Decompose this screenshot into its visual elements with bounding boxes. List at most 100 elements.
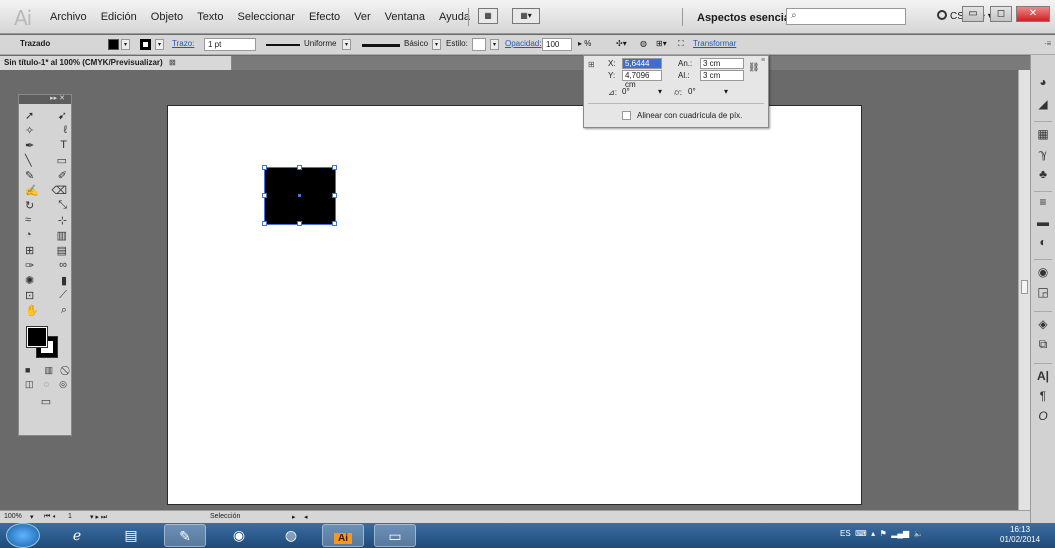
mesh-tool-icon[interactable]: ⊞: [25, 244, 34, 258]
magic-wand-tool-icon[interactable]: ✧: [25, 124, 34, 138]
tools-panel-header[interactable]: ▸▸ ✕: [19, 95, 71, 104]
selection-tool-icon[interactable]: ➚: [25, 109, 34, 123]
zoom-level[interactable]: 100%: [4, 513, 22, 520]
blend-tool-icon[interactable]: ∞: [59, 259, 67, 273]
screen-mode-icon[interactable]: ▭: [41, 395, 51, 409]
opentype-icon[interactable]: O: [1033, 409, 1053, 427]
menu-ventana[interactable]: Ventana: [385, 11, 425, 23]
opacity-link[interactable]: Opacidad:: [505, 39, 541, 48]
eyedropper-tool-icon[interactable]: ✑: [25, 259, 34, 273]
constrain-proportions-icon[interactable]: ⛓: [748, 62, 759, 73]
blob-brush-tool-icon[interactable]: ✍: [25, 184, 39, 198]
artboard[interactable]: [167, 105, 862, 505]
color-panel-icon[interactable]: ◕: [1033, 75, 1053, 93]
rotate-field[interactable]: 0° ▾: [620, 87, 664, 98]
swatches-icon[interactable]: ▦: [1033, 127, 1053, 145]
menu-edicion[interactable]: Edición: [101, 11, 137, 23]
arrange-documents-icon[interactable]: ▦▾: [512, 8, 540, 24]
chrome-icon[interactable]: ◍: [270, 524, 312, 547]
character-icon[interactable]: A|: [1033, 369, 1053, 387]
stroke-weight-field[interactable]: 1 pt: [204, 38, 256, 51]
symbols-icon[interactable]: ♣: [1033, 167, 1053, 185]
fill-color-swatch[interactable]: [26, 326, 48, 348]
menu-objeto[interactable]: Objeto: [151, 11, 183, 23]
maximize-button[interactable]: ◻: [990, 6, 1012, 22]
artboard-number[interactable]: 1: [68, 513, 72, 520]
line-tool-icon[interactable]: ╲: [25, 154, 32, 168]
bridge-icon[interactable]: ▦: [478, 8, 498, 24]
lasso-tool-icon[interactable]: ℓ: [63, 124, 67, 138]
fill-dropdown[interactable]: ▾: [121, 39, 130, 50]
profile-dropdown[interactable]: ▾: [342, 39, 351, 50]
height-field[interactable]: 3 cm: [700, 70, 744, 81]
menu-ver[interactable]: Ver: [354, 11, 371, 23]
minimize-button[interactable]: ▭: [962, 6, 984, 22]
gradient-tool-icon[interactable]: ▤: [57, 244, 67, 258]
keyboard-icon[interactable]: ⌨: [855, 529, 867, 538]
volume-icon[interactable]: 🔈: [914, 529, 924, 538]
status-menu-icon[interactable]: ▸: [292, 513, 296, 521]
pen-tool-icon[interactable]: ✒: [25, 139, 34, 153]
start-button[interactable]: [6, 523, 40, 548]
rectangle-tool-icon[interactable]: ▭: [57, 154, 67, 168]
handle-right[interactable]: [332, 193, 337, 198]
paintbrush-tool-icon[interactable]: ✎: [25, 169, 34, 183]
zoom-dropdown-icon[interactable]: ▾: [30, 513, 34, 521]
appearance-icon[interactable]: ◉: [1033, 265, 1053, 283]
layers-icon[interactable]: ◈: [1033, 317, 1053, 335]
handle-bottom-left[interactable]: [262, 221, 267, 226]
style-swatch[interactable]: [472, 38, 486, 51]
profile-value[interactable]: Uniforme: [304, 39, 336, 48]
brush-value[interactable]: Básico: [404, 39, 428, 48]
handle-top-right[interactable]: [332, 165, 337, 170]
menu-ayuda[interactable]: Ayuda: [439, 11, 470, 23]
draw-inside-icon[interactable]: ◎: [59, 379, 67, 393]
zoom-tool-icon[interactable]: ⌕: [61, 304, 67, 318]
draw-normal-icon[interactable]: ◫: [25, 379, 34, 393]
firefox-icon[interactable]: ◉: [218, 524, 260, 547]
recolor-icon[interactable]: ✣▾: [616, 39, 627, 48]
handle-top[interactable]: [297, 165, 302, 170]
network-icon[interactable]: ▂▄▆: [891, 529, 909, 538]
gradient-mode-icon[interactable]: ▥: [44, 365, 53, 379]
color-guide-icon[interactable]: ◢: [1033, 97, 1053, 115]
artboard-nav-next-icon[interactable]: ▾ ▸ ⏭: [90, 513, 107, 522]
document-tab[interactable]: Sin título-1* al 100% (CMYK/Previsualiza…: [0, 56, 232, 70]
slice-tool-icon[interactable]: ⟋: [59, 289, 67, 303]
y-field[interactable]: 4,7096 cm: [622, 70, 662, 89]
align-pixel-grid-checkbox[interactable]: [622, 111, 631, 120]
fill-stroke-selector[interactable]: [26, 326, 61, 361]
handle-top-left[interactable]: [262, 165, 267, 170]
menu-archivo[interactable]: Archivo: [50, 11, 87, 23]
style-dropdown[interactable]: ▾: [490, 39, 499, 50]
language-indicator[interactable]: ES: [840, 529, 851, 538]
shape-builder-tool-icon[interactable]: ◔: [25, 229, 32, 243]
canvas-workspace[interactable]: [0, 70, 1030, 505]
stroke-dropdown[interactable]: ▾: [155, 39, 164, 50]
scroll-left-icon[interactable]: ◂: [304, 513, 308, 521]
vertical-scroll-thumb[interactable]: [1021, 280, 1028, 294]
artboard-nav-prev-icon[interactable]: ⏮ ◂: [44, 513, 55, 521]
column-graph-tool-icon[interactable]: ▮: [61, 274, 67, 288]
tray-expand-icon[interactable]: ▴: [871, 529, 875, 538]
direct-selection-tool-icon[interactable]: ➹: [58, 109, 67, 123]
menu-texto[interactable]: Texto: [197, 11, 223, 23]
draw-behind-icon[interactable]: ◌: [44, 379, 49, 393]
scale-tool-icon[interactable]: ⤡: [58, 199, 67, 213]
brush-dropdown[interactable]: ▾: [432, 39, 441, 50]
menu-efecto[interactable]: Efecto: [309, 11, 340, 23]
transparency-icon[interactable]: ◐: [1033, 235, 1053, 253]
hand-tool-icon[interactable]: ✋: [25, 304, 39, 318]
brushes-icon[interactable]: ℽ: [1033, 147, 1053, 165]
illustrator-taskbar-icon[interactable]: Ai: [322, 524, 364, 547]
artboards-icon[interactable]: ⧉: [1033, 337, 1053, 355]
graphic-styles-icon[interactable]: ◲: [1033, 285, 1053, 303]
file-explorer-icon[interactable]: ▤: [110, 524, 152, 547]
clock[interactable]: 16:13 01/02/2014: [1000, 525, 1040, 545]
free-transform-tool-icon[interactable]: ⊹: [58, 214, 67, 228]
artboard-tool-icon[interactable]: ⊡: [25, 289, 34, 303]
opacity-field[interactable]: 100: [542, 38, 572, 51]
reference-point-icon[interactable]: ⊞: [588, 60, 595, 69]
x-field[interactable]: 5,6444 cm: [622, 58, 662, 77]
transform-icon[interactable]: ⛶: [678, 39, 684, 49]
